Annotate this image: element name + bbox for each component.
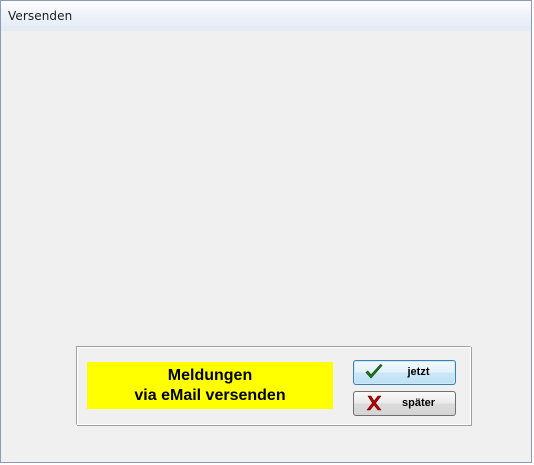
dialog-window: Versenden Meldungen via eMail versenden … — [0, 0, 532, 463]
send-now-button[interactable]: jetzt — [353, 360, 456, 385]
send-now-label: jetzt — [407, 366, 430, 378]
message-line-2: via eMail versenden — [134, 386, 286, 404]
cross-icon — [364, 394, 384, 412]
message-line-1: Meldungen — [167, 366, 253, 384]
title-bar[interactable]: Versenden — [1, 1, 531, 32]
email-message-banner: Meldungen via eMail versenden — [87, 362, 333, 409]
window-title: Versenden — [8, 9, 73, 23]
send-later-button[interactable]: später — [353, 391, 456, 416]
checkmark-icon — [364, 363, 384, 381]
send-panel: Meldungen via eMail versenden jetzt spät… — [76, 346, 471, 425]
send-later-label: später — [401, 397, 436, 409]
